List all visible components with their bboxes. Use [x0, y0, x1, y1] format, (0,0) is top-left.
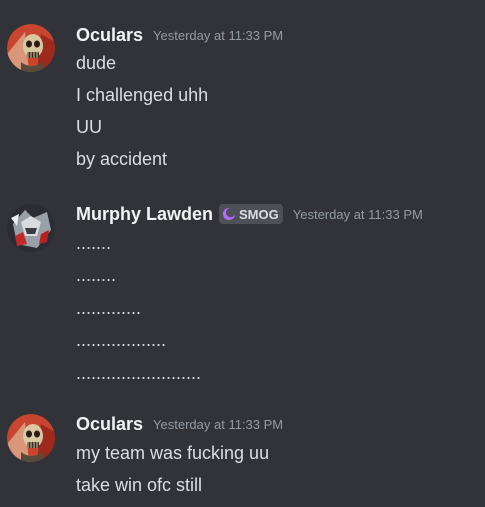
- timestamp[interactable]: Yesterday at 11:33 PM: [153, 28, 283, 43]
- skull-avatar-icon[interactable]: [7, 414, 55, 462]
- timestamp[interactable]: Yesterday at 11:33 PM: [293, 207, 423, 222]
- message-text: ..................: [76, 330, 167, 350]
- server-tag-badge[interactable]: SMOG: [219, 204, 283, 224]
- message-header: Oculars Yesterday at 11:33 PM: [76, 24, 283, 46]
- timestamp[interactable]: Yesterday at 11:33 PM: [153, 417, 283, 432]
- message-text: ........: [76, 265, 117, 285]
- chat-message-list: Oculars Yesterday at 11:33 PM dude I cha…: [0, 0, 485, 507]
- message-text: by accident: [76, 149, 168, 169]
- message-text: my team was fucking uu: [76, 443, 270, 463]
- crescent-moon-icon: [223, 208, 236, 220]
- username[interactable]: Murphy Lawden: [76, 204, 213, 225]
- skull-avatar-icon[interactable]: [7, 24, 55, 72]
- armored-avatar-icon[interactable]: [7, 204, 55, 252]
- message-text: dude: [76, 53, 117, 73]
- message-text: .......: [76, 233, 112, 253]
- message-header: Oculars Yesterday at 11:33 PM: [76, 413, 283, 435]
- message-text: take win ofc still: [76, 475, 203, 495]
- message-text: I challenged uhh: [76, 85, 209, 105]
- message-header: Murphy Lawden SMOG Yesterday at 11:33 PM: [76, 203, 423, 225]
- message-text: .............: [76, 298, 142, 318]
- username[interactable]: Oculars: [76, 25, 143, 46]
- server-tag-label: SMOG: [239, 206, 279, 222]
- username[interactable]: Oculars: [76, 414, 143, 435]
- message-text: .........................: [76, 363, 202, 383]
- message-text: UU: [76, 117, 102, 137]
